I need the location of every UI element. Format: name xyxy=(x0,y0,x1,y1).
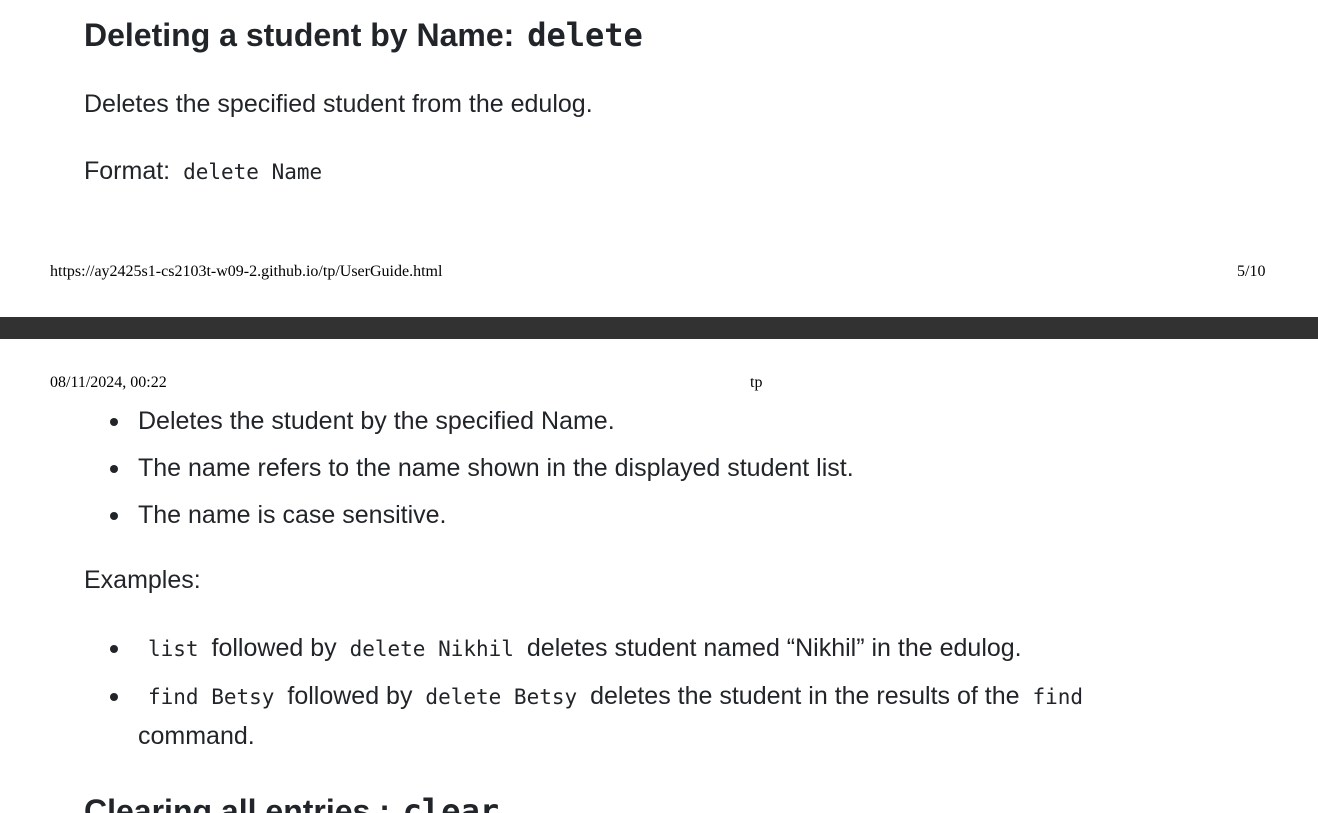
heading-text: Clearing all entries : xyxy=(84,793,390,813)
page-break-divider xyxy=(0,317,1318,339)
print-header-title: tp xyxy=(750,374,763,391)
print-footer-url: https://ay2425s1-cs2103t-w09-2.github.io… xyxy=(50,263,443,280)
section-heading-clear: Clearing all entries : clear xyxy=(84,792,503,813)
examples-list: list followed by delete Nikhil deletes s… xyxy=(108,629,1089,756)
example-text: deletes student named “Nikhil” in the ed… xyxy=(526,634,1022,662)
example-code: find Betsy xyxy=(148,685,275,709)
example-text: followed by xyxy=(287,682,413,710)
list-item: find Betsy followed by delete Betsy dele… xyxy=(108,677,1089,756)
note-text: Deletes the student by the specified Nam… xyxy=(138,407,615,435)
example-text: followed by xyxy=(211,634,337,662)
delete-notes-list: Deletes the student by the specified Nam… xyxy=(108,402,854,535)
format-label: Format: xyxy=(84,157,171,185)
bullet-icon xyxy=(110,512,118,520)
note-text: The name refers to the name shown in the… xyxy=(138,454,854,482)
list-item: The name refers to the name shown in the… xyxy=(108,449,854,488)
print-footer-page-number: 5/10 xyxy=(1237,263,1266,280)
delete-format: Format: delete Name xyxy=(84,157,328,186)
example-code: list xyxy=(148,637,199,661)
document-page: Deleting a student by Name: delete Delet… xyxy=(0,0,1318,813)
example-code: delete Nikhil xyxy=(349,637,514,661)
delete-description: Deletes the specified student from the e… xyxy=(84,90,593,118)
example-text: command. xyxy=(138,722,255,750)
heading-text: Deleting a student by Name: xyxy=(84,17,515,53)
section-heading-delete: Deleting a student by Name: delete xyxy=(84,16,647,54)
bullet-icon xyxy=(110,465,118,473)
example-text: deletes the student in the results of th… xyxy=(590,682,1020,710)
example-code: find xyxy=(1032,685,1084,709)
format-code: delete Name xyxy=(183,160,323,184)
note-text: The name is case sensitive. xyxy=(138,501,447,529)
bullet-icon xyxy=(110,418,118,426)
bullet-icon xyxy=(110,693,118,701)
example-code: delete Betsy xyxy=(425,685,578,709)
bullet-icon xyxy=(110,645,118,653)
list-item: The name is case sensitive. xyxy=(108,496,854,535)
list-item: list followed by delete Nikhil deletes s… xyxy=(108,629,1089,669)
print-header-datetime: 08/11/2024, 00:22 xyxy=(50,374,167,391)
list-item: Deletes the student by the specified Nam… xyxy=(108,402,854,441)
heading-command: delete xyxy=(527,16,643,54)
heading-command: clear xyxy=(402,792,500,813)
examples-label: Examples: xyxy=(84,566,201,594)
